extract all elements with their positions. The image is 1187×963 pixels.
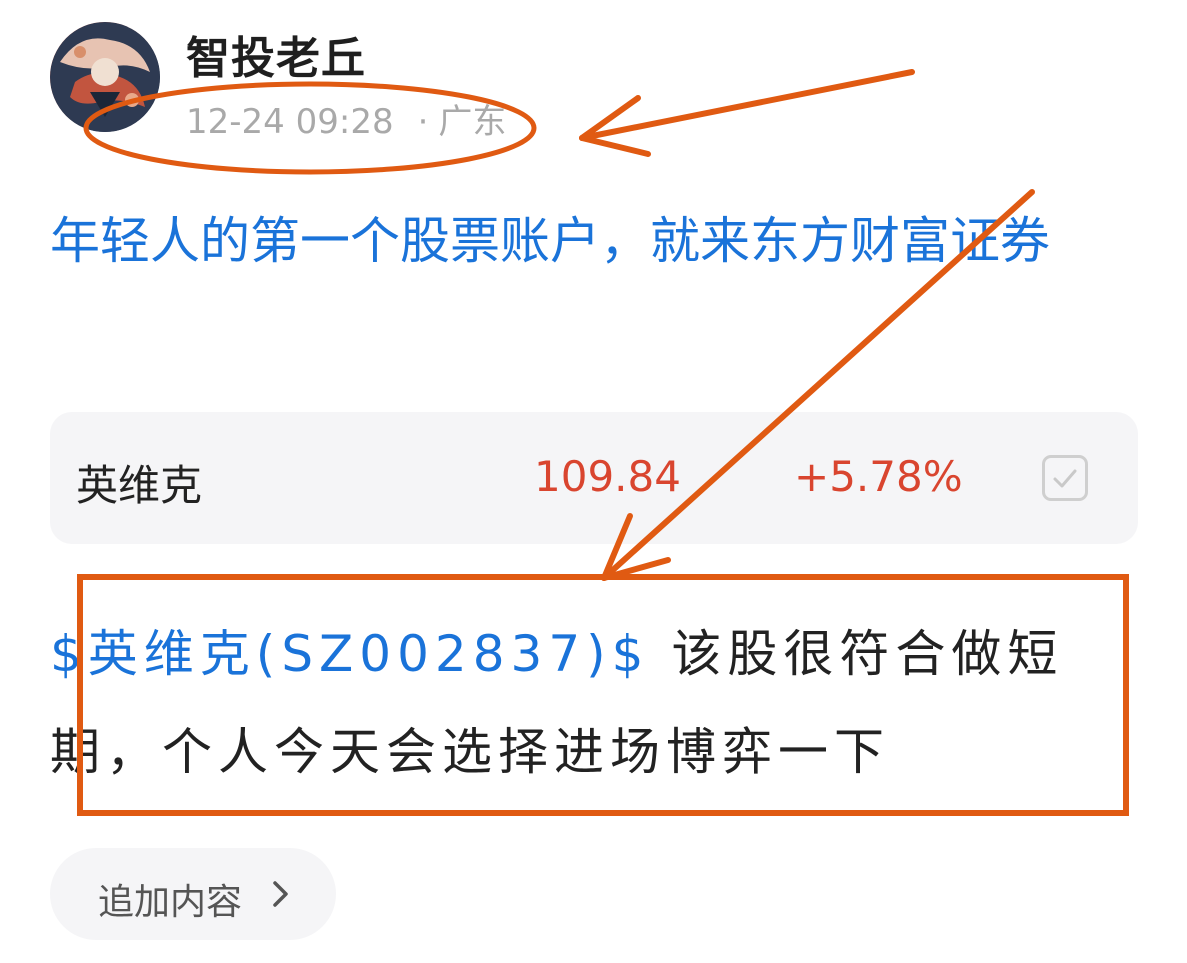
add-content-label: 追加内容 <box>98 882 243 923</box>
avatar-image <box>50 22 160 132</box>
post-meta: 12-24 09:28 · 广东 <box>186 94 506 143</box>
post-time: 12-24 09:28 <box>186 102 394 142</box>
promo-link[interactable]: 年轻人的第一个股票账户，就来东方财富证券 <box>50 200 1140 282</box>
stock-name: 英维克 <box>76 461 203 510</box>
post-location: 广东 <box>438 102 507 142</box>
stock-card[interactable]: 英维克 109.84 +5.78% <box>50 412 1138 544</box>
post-body: $英维克(SZ002837)$ 该股很符合做短期，个人今天会选择进场博弈一下 <box>50 605 1150 801</box>
stock-ticker-link[interactable]: $英维克(SZ002837)$ <box>50 625 650 683</box>
avatar[interactable] <box>50 22 160 132</box>
annotation-arrow-top <box>579 69 915 157</box>
stock-change: +5.78% <box>794 452 963 501</box>
add-content-button[interactable]: 追加内容 <box>50 848 336 940</box>
meta-separator: · <box>417 102 429 142</box>
checkbox-icon[interactable] <box>1042 455 1088 501</box>
chevron-right-icon <box>273 881 288 907</box>
stock-price: 109.84 <box>534 452 681 501</box>
author-name[interactable]: 智投老丘 <box>186 22 366 86</box>
